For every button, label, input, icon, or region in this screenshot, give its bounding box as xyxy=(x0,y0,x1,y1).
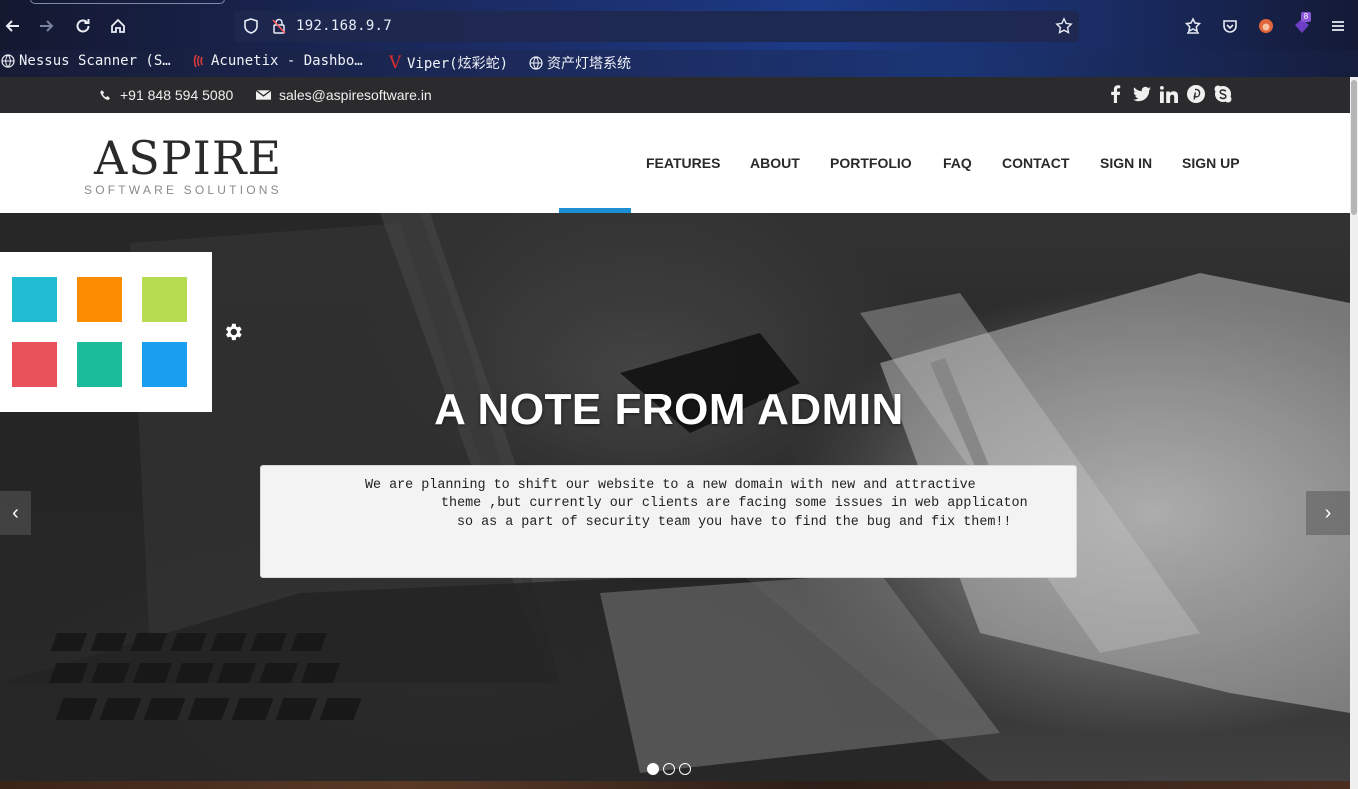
color-swatch-red[interactable] xyxy=(12,342,57,387)
social-links xyxy=(1106,83,1232,105)
carousel-indicators xyxy=(647,763,691,775)
active-tab[interactable] xyxy=(30,0,225,4)
pinterest-icon[interactable] xyxy=(1187,83,1205,105)
bookmarks-bar: Nessus Scanner (S… Acunetix - Dashbo… V … xyxy=(0,50,1358,77)
color-swatch-lime[interactable] xyxy=(142,277,187,322)
pocket-icon xyxy=(1223,20,1237,33)
reload-button[interactable] xyxy=(71,14,95,38)
phone-contact[interactable]: +91 848 594 5080 xyxy=(99,87,233,103)
home-button[interactable] xyxy=(106,14,130,38)
skype-icon[interactable] xyxy=(1214,83,1232,105)
back-arrow-icon xyxy=(5,20,19,32)
phone-number: +91 848 594 5080 xyxy=(120,87,234,103)
bookmark-label: Viper(炫彩蛇) xyxy=(407,56,509,72)
carousel-dot-3[interactable] xyxy=(679,763,691,775)
viper-icon: V xyxy=(389,53,402,73)
facebook-icon[interactable] xyxy=(1106,83,1124,105)
bookmark-label: Acunetix - Dashbo… xyxy=(211,53,363,69)
nav-contact[interactable]: CONTACT xyxy=(1002,155,1069,171)
site-logo-title[interactable]: ASPIRE xyxy=(94,131,282,185)
bookmark-nessus[interactable]: Nessus Scanner (S… xyxy=(1,53,171,69)
carousel-dot-2[interactable] xyxy=(663,763,675,775)
top-contact-bar: +91 848 594 5080 sales@aspiresoftware.in xyxy=(0,77,1350,113)
note-line-2: theme ,but currently our clients are fac… xyxy=(441,496,1028,511)
color-swatch-teal[interactable] xyxy=(77,342,122,387)
color-swatch-cyan[interactable] xyxy=(12,277,57,322)
forward-arrow-icon xyxy=(40,20,54,32)
note-line-1: We are planning to shift our website to … xyxy=(365,478,976,493)
chevron-right-icon: › xyxy=(1324,502,1332,524)
carousel-next-button[interactable]: › xyxy=(1306,491,1350,535)
hero-title: A NOTE FROM ADMIN xyxy=(434,385,904,434)
extension-badge: 8 xyxy=(1301,12,1311,22)
home-icon xyxy=(111,18,125,33)
forward-button[interactable] xyxy=(35,14,59,38)
site-header: ASPIRE SOFTWARE SOLUTIONS FEATURES ABOUT… xyxy=(0,113,1350,213)
bookmark-asset-lighthouse[interactable]: 资产灯塔系统 xyxy=(529,53,631,73)
menu-button[interactable] xyxy=(1326,14,1350,38)
reader-button[interactable] xyxy=(1181,14,1205,38)
globe-icon xyxy=(1,54,15,68)
carousel-prev-button[interactable]: ‹ xyxy=(0,491,31,535)
address-bar[interactable]: 192.168.9.7 xyxy=(234,11,1079,42)
color-swatch-blue[interactable] xyxy=(142,342,187,387)
scrollbar-thumb[interactable] xyxy=(1351,80,1357,215)
note-line-3: so as a part of security team you have t… xyxy=(457,515,1012,530)
gear-icon[interactable] xyxy=(222,321,244,343)
bookmark-label: 资产灯塔系统 xyxy=(547,56,631,72)
nav-about[interactable]: ABOUT xyxy=(750,155,800,171)
nav-sign-in[interactable]: SIGN IN xyxy=(1100,155,1152,171)
linkedin-icon[interactable] xyxy=(1160,83,1178,105)
next-section-edge xyxy=(0,781,1350,789)
url-text[interactable]: 192.168.9.7 xyxy=(296,18,392,34)
web-page: +91 848 594 5080 sales@aspiresoftware.in… xyxy=(0,77,1350,789)
acunetix-icon xyxy=(193,54,203,68)
back-button[interactable] xyxy=(0,14,24,38)
fox-extension-icon xyxy=(1259,19,1273,33)
site-logo-subtitle: SOFTWARE SOLUTIONS xyxy=(84,183,282,197)
pocket-button[interactable] xyxy=(1218,14,1242,38)
chevron-left-icon: ‹ xyxy=(12,502,19,524)
bookmark-label: Nessus Scanner (S… xyxy=(19,53,171,69)
email-address: sales@aspiresoftware.in xyxy=(279,87,432,103)
twitter-icon[interactable] xyxy=(1133,83,1151,105)
bookmarks-star-icon xyxy=(1184,17,1202,34)
nav-faq[interactable]: FAQ xyxy=(943,155,972,171)
bookmark-viper[interactable]: V Viper(炫彩蛇) xyxy=(389,53,508,73)
color-swatch-orange[interactable] xyxy=(77,277,122,322)
globe-icon xyxy=(529,56,543,70)
nav-features[interactable]: FEATURES xyxy=(646,155,720,171)
insecure-lock-icon[interactable] xyxy=(270,17,288,35)
shield-icon[interactable] xyxy=(242,17,260,35)
reload-icon xyxy=(76,19,90,33)
foxyproxy-button[interactable] xyxy=(1254,14,1278,38)
bookmark-star-icon[interactable] xyxy=(1055,17,1073,35)
nav-sign-up[interactable]: SIGN UP xyxy=(1182,155,1240,171)
browser-toolbar: 192.168.9.7 8 xyxy=(0,0,1358,50)
envelope-icon xyxy=(256,89,271,100)
carousel-dot-1[interactable] xyxy=(647,763,659,775)
email-contact[interactable]: sales@aspiresoftware.in xyxy=(256,87,432,103)
hamburger-menu-icon xyxy=(1332,21,1344,31)
nav-portfolio[interactable]: PORTFOLIO xyxy=(830,155,912,171)
bookmark-acunetix[interactable]: Acunetix - Dashbo… xyxy=(193,53,363,69)
admin-note-box: We are planning to shift our website to … xyxy=(260,465,1077,578)
phone-icon xyxy=(100,89,110,100)
hero-slider: A NOTE FROM ADMIN We are planning to shi… xyxy=(0,213,1350,789)
